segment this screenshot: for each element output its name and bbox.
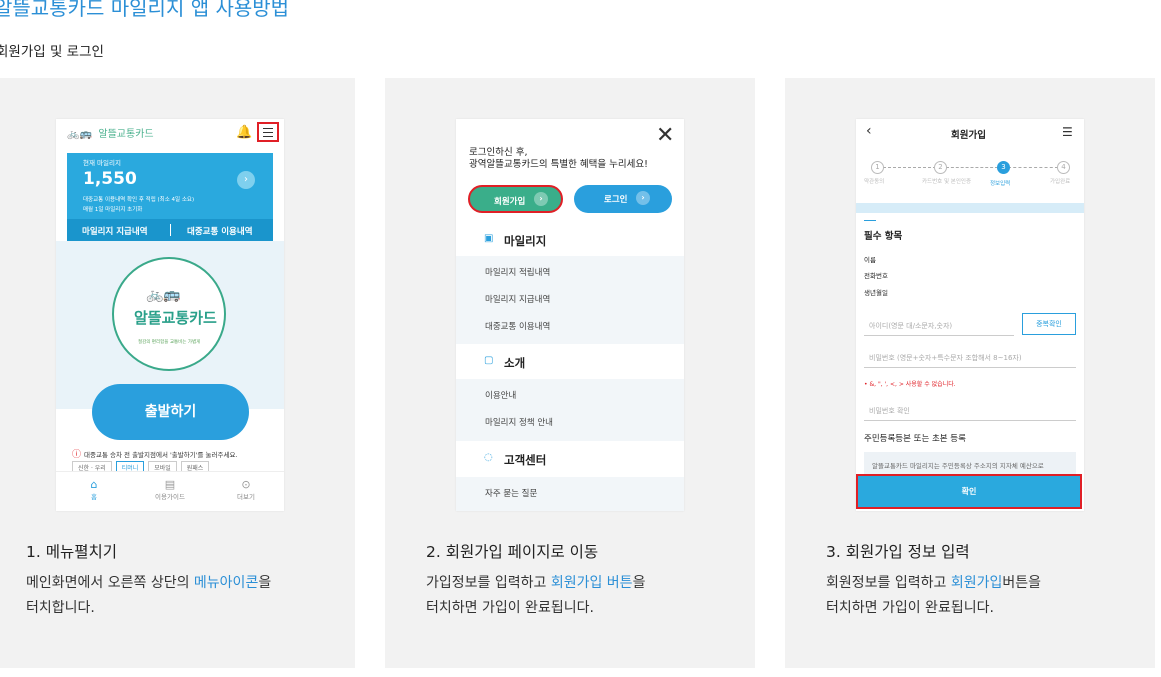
step-card-signup-page: ✕ 로그인하신 후, 광역알뜰교통카드의 특별한 혜택을 누리세요! 회원가입 …: [385, 78, 755, 668]
login-button[interactable]: 로그인 ›: [574, 185, 672, 213]
step-indicator: 4: [1057, 161, 1070, 174]
id-input[interactable]: 아이디(영문 대/소문자,숫자): [864, 313, 1014, 336]
chevron-right-icon: ›: [636, 191, 650, 205]
duplicate-check-button[interactable]: 중복확인: [1022, 313, 1076, 335]
menu-item[interactable]: 마일리지 적립내역: [485, 266, 550, 278]
step-label: 카드번호 및 본인인증: [922, 179, 972, 185]
step-card-signup-form: ‹ 회원가입 ☰ 1 2 3 4 약관동의 카드번호 및 본인인증 정보입력 가…: [785, 78, 1155, 668]
alert-icon: ⓘ: [72, 450, 82, 460]
step-label: 가입완료: [1050, 179, 1071, 185]
card-logo-emblem: 🚲🚌 알뜰교통카드 절감의 편리함을 교통비는 가볍게: [112, 257, 226, 371]
step-indicator-active: 3: [997, 161, 1010, 174]
nav-home[interactable]: ⌂ 홈: [64, 478, 124, 501]
book-icon: ▤: [164, 478, 176, 491]
app-header: 🚲🚌 알뜰교통카드 🔔: [56, 119, 284, 153]
mileage-note-1: 대중교통 이용내역 확인 후 적립 (최소 4일 소요): [83, 197, 195, 203]
menu-section-mileage: ▣ 마일리지: [484, 233, 547, 248]
phone-screenshot-signup: ‹ 회원가입 ☰ 1 2 3 4 약관동의 카드번호 및 본인인증 정보입력 가…: [856, 119, 1084, 511]
signup-page-title: 회원가입: [951, 130, 986, 141]
headset-icon: ◌: [484, 452, 493, 463]
step-highlight: 회원가입: [950, 575, 1003, 591]
start-notice: ⓘ 대중교통 승차 전 출발지점에서 '출발하기'를 눌러주세요.: [72, 450, 238, 460]
mileage-value: 1,550: [83, 169, 137, 189]
section-subtitle: 회원가입 및 로그인: [0, 44, 104, 60]
step-connector: [946, 167, 998, 168]
menu-item[interactable]: 이용안내: [485, 389, 516, 401]
tab-divider: [170, 224, 171, 236]
mileage-note-2: 매월 1일 마일리지 초기화: [83, 207, 143, 213]
menu-list-intro: 이용안내 마일리지 정책 안내: [456, 379, 684, 441]
menu-item[interactable]: 자주 묻는 질문: [485, 487, 537, 499]
more-icon: ⊙: [241, 478, 251, 491]
field-birth-label: 생년월일: [864, 289, 888, 297]
menu-item[interactable]: 마일리지 정책 안내: [485, 416, 553, 428]
section-bar: [856, 203, 1084, 213]
mileage-tabs: 마일리지 지급내역 대중교통 이용내역: [67, 219, 273, 241]
field-phone-label: 전화번호: [864, 272, 888, 280]
chevron-right-icon[interactable]: ›: [237, 171, 255, 189]
emblem-subtext: 절감의 편리함을 교통비는 가볍게: [138, 340, 201, 345]
tab-transit-history[interactable]: 대중교통 이용내역: [187, 225, 253, 237]
confirm-button[interactable]: 확인: [856, 474, 1082, 509]
step-highlight: 메뉴아이콘: [193, 575, 259, 591]
step-title: 2. 회원가입 페이지로 이동: [426, 543, 599, 561]
bell-icon[interactable]: 🔔: [236, 125, 252, 140]
step-label: 약관동의: [864, 179, 885, 185]
step-description: 회원정보를 입력하고 회원가입버튼을 터치하면 가입이 완료됩니다.: [826, 575, 1041, 616]
login-message: 로그인하신 후, 광역알뜰교통카드의 특별한 혜택을 누리세요!: [469, 147, 648, 170]
signup-button[interactable]: 회원가입 ›: [468, 185, 563, 213]
tab-mileage-payout[interactable]: 마일리지 지급내역: [82, 225, 148, 237]
step-highlight: 회원가입 버튼: [550, 575, 633, 591]
password-warning: • &, ", ', <, > 사용할 수 없습니다.: [864, 381, 956, 388]
step-indicator: 1: [871, 161, 884, 174]
password-confirm-input[interactable]: 비밀번호 확인: [864, 398, 1076, 421]
mileage-label: 현재 마일리지: [83, 159, 121, 167]
start-button[interactable]: 출발하기: [92, 384, 249, 440]
menu-section-support: ◌ 고객센터: [484, 452, 547, 467]
step-title: 1. 메뉴펼치기: [26, 543, 118, 561]
nav-more[interactable]: ⊙ 더보기: [216, 478, 276, 501]
emblem-text: 알뜰교통카드: [134, 309, 217, 327]
step-label-active: 정보입력: [990, 181, 1011, 187]
accent-line: [864, 220, 876, 221]
hamburger-menu-icon[interactable]: [257, 122, 279, 142]
step-connector: [1008, 167, 1058, 168]
step-card-menu: 🚲🚌 알뜰교통카드 🔔 현재 마일리지 1,550 › 대중교통 이용내역 확인…: [0, 78, 355, 668]
menu-list-support: 자주 묻는 질문: [456, 477, 684, 511]
password-input[interactable]: 비밀번호 (영문+숫자+특수문자 조합해서 8~16자): [864, 345, 1076, 368]
required-heading: 필수 항목: [864, 231, 903, 242]
step-title: 3. 회원가입 정보 입력: [826, 543, 970, 561]
bottom-nav: ⌂ 홈 ▤ 이용가이드 ⊙ 더보기: [56, 471, 284, 511]
step-description: 가입정보를 입력하고 회원가입 버튼을 터치하면 가입이 완료됩니다.: [426, 575, 646, 616]
nav-guide[interactable]: ▤ 이용가이드: [140, 478, 200, 501]
phone-screenshot-menu: ✕ 로그인하신 후, 광역알뜰교통카드의 특별한 혜택을 누리세요! 회원가입 …: [456, 119, 684, 511]
register-doc-label: 주민등록등본 또는 초본 등록: [864, 434, 966, 444]
menu-item[interactable]: 마일리지 지급내역: [485, 293, 550, 305]
back-icon[interactable]: ‹: [866, 123, 872, 139]
chevron-right-icon: ›: [534, 192, 548, 206]
bike-bus-icon: 🚲🚌: [146, 287, 181, 303]
document-icon: ▢: [484, 355, 494, 366]
menu-item[interactable]: 대중교통 이용내역: [485, 320, 550, 332]
hamburger-menu-icon[interactable]: ☰: [1062, 125, 1073, 139]
menu-list-mileage: 마일리지 적립내역 마일리지 지급내역 대중교통 이용내역: [456, 256, 684, 344]
app-logo: 🚲🚌 알뜰교통카드: [67, 129, 154, 140]
page-title: 알뜰교통카드 마일리지 앱 사용방법: [0, 0, 290, 20]
step-description: 메인화면에서 오른쪽 상단의 메뉴아이콘을 터치합니다.: [26, 575, 272, 616]
close-icon[interactable]: ✕: [656, 123, 674, 148]
step-indicator: 2: [934, 161, 947, 174]
menu-section-intro: ▢ 소개: [484, 355, 526, 370]
wallet-icon: ▣: [484, 233, 494, 244]
home-icon: ⌂: [90, 478, 98, 491]
phone-screenshot-main: 🚲🚌 알뜰교통카드 🔔 현재 마일리지 1,550 › 대중교통 이용내역 확인…: [56, 119, 284, 511]
step-connector: [878, 167, 936, 168]
field-name-label: 이름: [864, 256, 876, 264]
